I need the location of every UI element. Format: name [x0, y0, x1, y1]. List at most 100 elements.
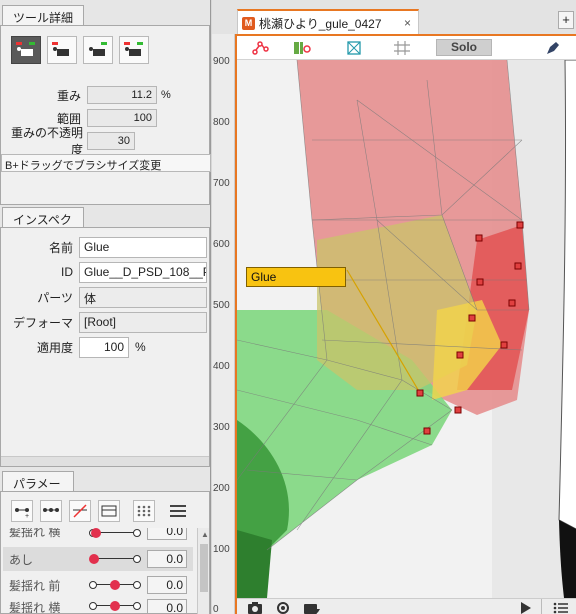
parameter-value[interactable]: 0.0: [147, 599, 187, 613]
parts-field[interactable]: 体: [79, 286, 207, 308]
parameters-scrollbar[interactable]: ▲: [197, 528, 209, 614]
tab-tool-detail[interactable]: ツール詳細: [2, 5, 84, 25]
weight-mode-button-4[interactable]: [119, 36, 149, 64]
ruler-label: 500: [213, 300, 230, 311]
brush-swap-icon: [124, 42, 143, 56]
key-grid-button[interactable]: [133, 500, 155, 522]
parts-row: パーツ 体: [1, 286, 207, 308]
inspector-scrollbar[interactable]: [1, 456, 209, 466]
solo-button[interactable]: Solo: [436, 39, 492, 56]
brush-green-icon: [89, 42, 107, 56]
parameter-row-1[interactable]: あし 0.0: [3, 547, 193, 571]
parameter-row-3[interactable]: 髪揺れ 横 0.0: [3, 599, 193, 613]
grid-dots-icon: [137, 505, 151, 517]
parameter-row-0[interactable]: 髪揺れ 横 0.0: [3, 528, 193, 540]
scroll-thumb[interactable]: [200, 544, 208, 592]
ruler-label: 700: [213, 178, 230, 189]
brush-size-hint: B+ドラッグでブラシサイズ変更: [1, 154, 211, 172]
mesh-artwork: [237, 59, 576, 598]
apply-label: 適用度: [36, 340, 73, 355]
id-field[interactable]: Glue__D_PSD_108__P: [79, 261, 207, 283]
id-row: ID Glue__D_PSD_108__P: [1, 261, 207, 283]
weight-unit: %: [161, 89, 171, 101]
weight-row: 重み 11.2 %: [1, 85, 171, 105]
glue-label[interactable]: Glue: [246, 267, 346, 287]
ruler-label: 900: [213, 56, 230, 67]
parameter-slider[interactable]: [89, 578, 141, 592]
name-label: 名前: [48, 240, 73, 255]
id-label: ID: [61, 265, 73, 279]
camera-cycle-icon[interactable]: [275, 600, 291, 614]
parameters-panel: + 髪揺れ 横 0.0 あし 0.0 髪揺れ 前 0.0 髪揺れ 横 0.0 ▲: [0, 491, 210, 614]
glue-mode-icon[interactable]: [293, 40, 311, 56]
parameter-slider[interactable]: [89, 552, 141, 566]
deformer-field[interactable]: [Root]: [79, 311, 207, 333]
left-panel: ツール詳細 重み 11.2 % 範囲 100 重みの不透明度 30 B+ドラッグ…: [0, 0, 211, 614]
svg-text:+: +: [25, 513, 29, 518]
mesh-edit-icon[interactable]: [345, 40, 363, 56]
blend-shape-button[interactable]: [98, 500, 120, 522]
tool-modes: [11, 36, 149, 64]
range-input[interactable]: 100: [87, 109, 157, 127]
camera-save-icon[interactable]: [303, 600, 321, 614]
view-area: M 桃瀬ひより_gule_0427 × + 900 800 700 600 50…: [212, 0, 576, 614]
parameter-value[interactable]: 0.0: [147, 528, 187, 540]
parameter-name: あし: [9, 552, 34, 567]
parameter-slider[interactable]: [89, 599, 141, 613]
opacity-row: 重みの不透明度 30: [1, 126, 135, 157]
ruler-label: 100: [213, 544, 230, 555]
ruler-label: 300: [213, 422, 230, 433]
bottom-divider: [541, 599, 542, 614]
mesh-canvas[interactable]: Glue: [237, 59, 576, 598]
scroll-up-icon[interactable]: ▲: [201, 530, 209, 539]
document-tab[interactable]: M 桃瀬ひより_gule_0427 ×: [237, 9, 419, 35]
camera-icon[interactable]: [247, 600, 263, 614]
parameter-name: 髪揺れ 横: [9, 528, 61, 539]
parameter-name: 髪揺れ 横: [9, 601, 61, 613]
parts-label: パーツ: [37, 290, 73, 305]
play-icon[interactable]: [519, 601, 533, 614]
grid-icon[interactable]: [393, 40, 411, 56]
document-view: Solo Glue: [235, 34, 576, 614]
table-icon: [101, 505, 117, 517]
parameter-row-2[interactable]: 髪揺れ 前 0.0: [3, 573, 193, 597]
remove-keys-icon: [73, 504, 87, 518]
name-field[interactable]: Glue: [79, 236, 207, 258]
weight-paint-tool-button[interactable]: [11, 36, 41, 64]
add-key-icon: +: [15, 508, 29, 518]
inspector-panel: 名前 Glue ID Glue__D_PSD_108__P パーツ 体 デフォー…: [0, 227, 210, 467]
deformer-row: デフォーマ [Root]: [1, 311, 207, 333]
tab-inspector[interactable]: インスペクタ: [2, 207, 84, 244]
view-toolbar: Solo: [237, 36, 576, 60]
parameter-value[interactable]: 0.0: [147, 576, 187, 594]
parameter-slider[interactable]: [89, 528, 141, 540]
close-tab-button[interactable]: ×: [404, 16, 411, 30]
deformer-label: デフォーマ: [12, 315, 73, 330]
bezier-icon[interactable]: [251, 40, 269, 56]
parameter-value[interactable]: 0.0: [147, 550, 187, 568]
apply-field[interactable]: 100: [79, 336, 129, 358]
weight-input[interactable]: 11.2: [87, 86, 157, 104]
weight-label: 重み: [56, 88, 81, 103]
ruler-label: 800: [213, 117, 230, 128]
pen-icon[interactable]: [544, 40, 562, 56]
add-tab-button[interactable]: +: [558, 11, 574, 29]
vertical-ruler: 900 800 700 600 500 400 300 200 100 0: [212, 34, 235, 614]
parameter-name: 髪揺れ 前: [9, 578, 61, 593]
tool-detail-panel: 重み 11.2 % 範囲 100 重みの不透明度 30 B+ドラッグでブラシサイ…: [0, 25, 211, 205]
ruler-label: 600: [213, 239, 230, 250]
document-tab-title: 桃瀬ひより_gule_0427: [259, 16, 382, 31]
menu-icon[interactable]: [170, 500, 186, 522]
list-icon[interactable]: [553, 601, 569, 614]
brush-icon: [16, 42, 35, 56]
tab-parameters[interactable]: パラメータ: [2, 471, 74, 508]
add-key-button[interactable]: +: [11, 500, 33, 522]
weight-mode-button-3[interactable]: [83, 36, 113, 64]
brush-red-icon: [52, 42, 69, 56]
name-row: 名前 Glue: [1, 236, 207, 258]
ruler-label: 400: [213, 361, 230, 372]
opacity-input[interactable]: 30: [87, 132, 135, 150]
add-three-keys-button[interactable]: [40, 500, 62, 522]
weight-mode-button-2[interactable]: [47, 36, 77, 64]
remove-keys-button[interactable]: [69, 500, 91, 522]
